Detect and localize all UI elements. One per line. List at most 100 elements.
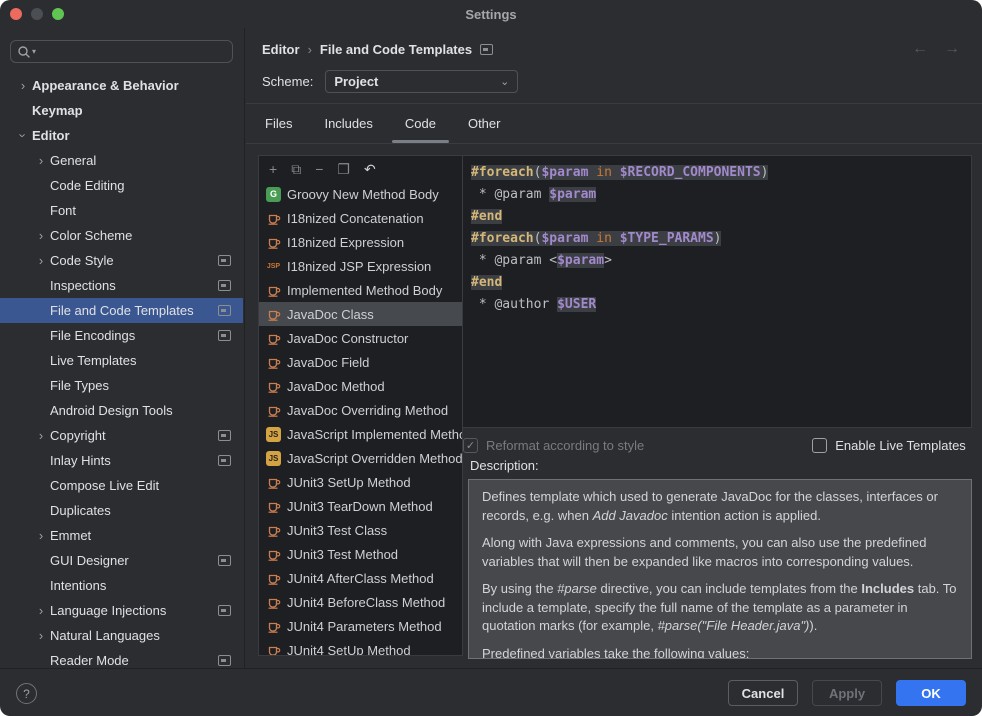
ok-button[interactable]: OK — [896, 680, 966, 706]
chevron-right-icon[interactable]: › — [32, 248, 50, 273]
sidebar-item-editor[interactable]: ›Editor — [0, 123, 243, 148]
tab-includes[interactable]: Includes — [321, 104, 375, 143]
description-text: Includes — [861, 581, 914, 596]
settings-dialog: Settings ▾ ›Appearance & BehaviorKeymap›… — [0, 0, 982, 716]
help-button[interactable]: ? — [16, 683, 37, 704]
template-item-javadoc-class[interactable]: JavaDoc Class — [259, 302, 462, 326]
reformat-checkbox: ✓ Reformat according to style — [463, 438, 644, 453]
template-item-i18nized-expression[interactable]: I18nized Expression — [259, 230, 462, 254]
sidebar-item-natural-languages[interactable]: ›Natural Languages — [0, 623, 243, 648]
chevron-right-icon[interactable]: › — [32, 623, 50, 648]
sidebar-item-appearance-behavior[interactable]: ›Appearance & Behavior — [0, 73, 243, 98]
enable-live-templates-checkbox[interactable]: Enable Live Templates — [812, 438, 966, 453]
sidebar-item-label: Inspections — [50, 278, 218, 293]
template-item-javascript-implemented-method[interactable]: JSJavaScript Implemented Method — [259, 422, 462, 446]
sidebar-item-reader-mode[interactable]: Reader Mode — [0, 648, 243, 668]
java-cup-icon — [266, 379, 281, 394]
sidebar-item-code-editing[interactable]: Code Editing — [0, 173, 243, 198]
sidebar-item-gui-designer[interactable]: GUI Designer — [0, 548, 243, 573]
revert-icon[interactable]: ↶ — [364, 156, 376, 182]
template-item-javadoc-overriding-method[interactable]: JavaDoc Overriding Method — [259, 398, 462, 422]
sidebar-item-emmet[interactable]: ›Emmet — [0, 523, 243, 548]
template-item-implemented-method-body[interactable]: Implemented Method Body — [259, 278, 462, 302]
chevron-right-icon[interactable]: › — [32, 148, 50, 173]
template-item-javascript-overridden-method[interactable]: JSJavaScript Overridden Method — [259, 446, 462, 470]
chevron-right-icon[interactable]: › — [32, 598, 50, 623]
template-item-javadoc-constructor[interactable]: JavaDoc Constructor — [259, 326, 462, 350]
sidebar-item-android-design-tools[interactable]: Android Design Tools — [0, 398, 243, 423]
chevron-right-icon[interactable]: › — [14, 73, 32, 98]
template-list: GGroovy New Method BodyI18nized Concaten… — [259, 182, 462, 656]
template-item-junit4-beforeclass-method[interactable]: JUnit4 BeforeClass Method — [259, 590, 462, 614]
remove-icon[interactable]: − — [315, 156, 323, 182]
sidebar-item-color-scheme[interactable]: ›Color Scheme — [0, 223, 243, 248]
template-item-i18nized-jsp-expression[interactable]: JSPI18nized JSP Expression — [259, 254, 462, 278]
template-item-junit3-teardown-method[interactable]: JUnit3 TearDown Method — [259, 494, 462, 518]
template-item-javadoc-method[interactable]: JavaDoc Method — [259, 374, 462, 398]
project-level-badge-icon — [218, 455, 231, 466]
tab-files[interactable]: Files — [262, 104, 295, 143]
code-line-1: #foreach($param in $RECORD_COMPONENTS) — [471, 162, 963, 184]
sidebar-item-copyright[interactable]: ›Copyright — [0, 423, 243, 448]
back-arrow-icon[interactable]: ← — [912, 40, 928, 58]
chevron-right-icon[interactable]: › — [32, 223, 50, 248]
template-editor[interactable]: #foreach($param in $RECORD_COMPONENTS) *… — [463, 155, 972, 428]
sidebar-item-compose-live-edit[interactable]: Compose Live Edit — [0, 473, 243, 498]
code-token: #foreach — [471, 165, 534, 180]
breadcrumb-separator-icon: › — [308, 42, 312, 57]
sidebar-item-label: General — [50, 153, 243, 168]
close-window-button[interactable] — [10, 8, 22, 20]
search-input[interactable] — [36, 43, 226, 60]
sidebar-item-general[interactable]: ›General — [0, 148, 243, 173]
template-item-junit4-setup-method[interactable]: JUnit4 SetUp Method — [259, 638, 462, 656]
breadcrumb-file-and-code-templates[interactable]: File and Code Templates — [320, 42, 472, 57]
sidebar-item-file-encodings[interactable]: File Encodings — [0, 323, 243, 348]
add-icon[interactable]: + — [269, 156, 277, 182]
copy-icon[interactable]: ❐ — [337, 156, 350, 182]
template-item-junit3-test-method[interactable]: JUnit3 Test Method — [259, 542, 462, 566]
duplicate-icon[interactable]: ⧉ — [291, 156, 301, 182]
apply-button: Apply — [812, 680, 882, 706]
sidebar-item-file-types[interactable]: File Types — [0, 373, 243, 398]
template-toolbar: + ⧉−❐ ↶ — [259, 156, 462, 182]
sidebar-item-intentions[interactable]: Intentions — [0, 573, 243, 598]
chevron-right-icon[interactable]: › — [32, 423, 50, 448]
settings-tree: ›Appearance & BehaviorKeymap›Editor›Gene… — [0, 73, 243, 668]
sidebar-item-keymap[interactable]: Keymap — [0, 98, 243, 123]
sidebar-item-language-injections[interactable]: ›Language Injections — [0, 598, 243, 623]
tab-other[interactable]: Other — [465, 104, 504, 143]
sidebar-item-inlay-hints[interactable]: Inlay Hints — [0, 448, 243, 473]
zoom-window-button[interactable] — [52, 8, 64, 20]
sidebar-item-code-style[interactable]: ›Code Style — [0, 248, 243, 273]
tab-code[interactable]: Code — [402, 104, 439, 143]
breadcrumb-editor[interactable]: Editor — [262, 42, 300, 57]
code-token: #foreach — [471, 231, 534, 246]
forward-arrow-icon[interactable]: → — [944, 40, 960, 58]
template-item-junit3-setup-method[interactable]: JUnit3 SetUp Method — [259, 470, 462, 494]
window-controls — [10, 8, 64, 20]
sidebar-item-file-and-code-templates[interactable]: File and Code Templates — [0, 298, 243, 323]
template-item-junit4-parameters-method[interactable]: JUnit4 Parameters Method — [259, 614, 462, 638]
sidebar-item-live-templates[interactable]: Live Templates — [0, 348, 243, 373]
sidebar-item-font[interactable]: Font — [0, 198, 243, 223]
template-item-groovy-new-method-body[interactable]: GGroovy New Method Body — [259, 182, 462, 206]
template-item-junit3-test-class[interactable]: JUnit3 Test Class — [259, 518, 462, 542]
settings-search-field[interactable]: ▾ — [10, 40, 233, 63]
sidebar-item-inspections[interactable]: Inspections — [0, 273, 243, 298]
sidebar-item-label: File and Code Templates — [50, 303, 218, 318]
scheme-dropdown[interactable]: Project ⌄ — [325, 70, 518, 93]
template-item-javadoc-field[interactable]: JavaDoc Field — [259, 350, 462, 374]
chevron-right-icon[interactable]: › — [32, 523, 50, 548]
template-options: ✓ Reformat according to style Enable Liv… — [463, 432, 972, 458]
java-cup-icon — [266, 547, 281, 562]
cancel-button[interactable]: Cancel — [728, 680, 798, 706]
project-level-badge-icon — [218, 280, 231, 291]
checkbox-unchecked-icon[interactable] — [812, 438, 827, 453]
sidebar-item-label: Natural Languages — [50, 628, 243, 643]
chevron-down-icon[interactable]: › — [14, 123, 32, 148]
sidebar-item-duplicates[interactable]: Duplicates — [0, 498, 243, 523]
template-item-junit4-afterclass-method[interactable]: JUnit4 AfterClass Method — [259, 566, 462, 590]
groovy-icon: G — [266, 187, 281, 202]
java-cup-icon — [266, 355, 281, 370]
template-item-i18nized-concatenation[interactable]: I18nized Concatenation — [259, 206, 462, 230]
